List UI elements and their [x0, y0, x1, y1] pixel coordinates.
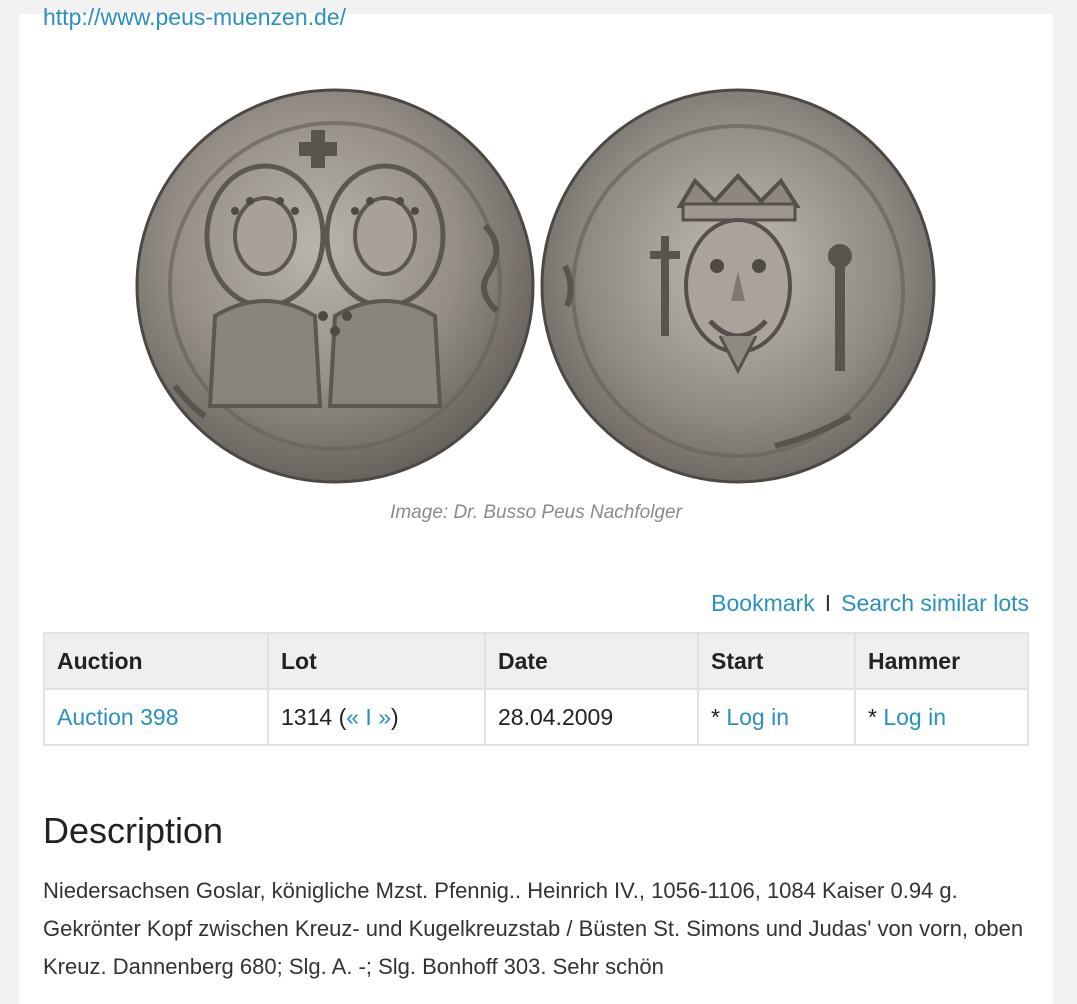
date-cell: 28.04.2009: [484, 688, 699, 746]
table-header-row: Auction Lot Date Start Hammer: [43, 632, 1029, 690]
hammer-login-link[interactable]: Log in: [883, 704, 946, 730]
hammer-cell: * Log in: [854, 688, 1029, 746]
previous-lot-link[interactable]: «: [346, 704, 359, 730]
start-cell: * Log in: [697, 688, 856, 746]
start-login-link[interactable]: Log in: [726, 704, 789, 730]
column-header-start: Start: [697, 632, 856, 690]
auction-link[interactable]: Auction 398: [57, 704, 178, 730]
lot-actions: Bookmark I Search similar lots: [711, 588, 1029, 618]
bookmark-link[interactable]: Bookmark: [711, 590, 815, 616]
coin-obverse: [135, 88, 535, 484]
coin-image-graphic: [135, 88, 936, 484]
column-header-date: Date: [484, 632, 699, 690]
lot-cell: 1314 (« I »): [267, 688, 486, 746]
coin-image: [135, 86, 939, 486]
lot-nav-separator: I: [365, 703, 372, 730]
column-header-hammer: Hammer: [854, 632, 1029, 690]
search-similar-lots-link[interactable]: Search similar lots: [841, 590, 1029, 616]
hammer-asterisk: *: [868, 703, 877, 730]
next-lot-link[interactable]: »: [378, 704, 391, 730]
table-row: Auction 398 1314 (« I ») 28.04.2009 * Lo…: [43, 688, 1029, 746]
actions-separator: I: [824, 590, 832, 616]
coin-reverse: [540, 88, 936, 484]
lot-paren-close: ): [391, 703, 399, 730]
column-header-lot: Lot: [267, 632, 486, 690]
auction-cell: Auction 398: [43, 688, 269, 746]
image-caption: Image: Dr. Busso Peus Nachfolger: [390, 502, 682, 523]
source-url-link[interactable]: http://www.peus-muenzen.de/: [43, 0, 346, 34]
auction-table: Auction Lot Date Start Hammer Auction 39…: [43, 632, 1029, 746]
description-text: Niedersachsen Goslar, königliche Mzst. P…: [43, 878, 1024, 979]
lot-number: 1314: [281, 703, 333, 730]
content-panel: http://www.peus-muenzen.de/ Image: Dr. B…: [19, 4, 1053, 1004]
description-heading: Description: [43, 810, 224, 851]
column-header-auction: Auction: [43, 632, 269, 690]
start-asterisk: *: [711, 703, 720, 730]
